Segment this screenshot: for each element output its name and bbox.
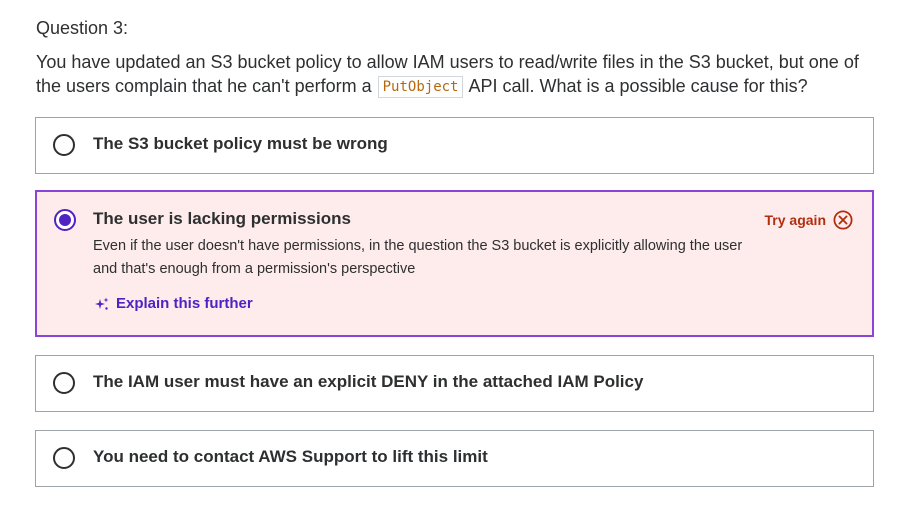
try-again-status: Try again [765, 210, 853, 230]
explain-further-label[interactable]: Explain this further [116, 294, 253, 314]
radio-filled-icon[interactable] [54, 209, 76, 231]
radio-empty-icon[interactable] [53, 447, 75, 469]
question-text-after: API call. What is a possible cause for t… [464, 76, 808, 96]
answer-option-2[interactable]: The user is lacking permissions Try agai… [35, 190, 874, 337]
sparkle-icon [95, 297, 109, 310]
answer-option-label: The user is lacking permissions [93, 209, 351, 228]
try-again-label: Try again [764, 212, 826, 228]
answer-option-3[interactable]: The IAM user must have an explicit DENY … [35, 355, 874, 412]
answer-explanation: Even if the user doesn't have permission… [93, 238, 743, 277]
explain-further-link[interactable]: Explain this further [95, 294, 253, 314]
answer-option-label: The IAM user must have an explicit DENY … [93, 372, 644, 391]
question-text: You have updated an S3 bucket policy to … [36, 50, 886, 98]
code-snippet: PutObject [377, 76, 464, 98]
answer-option-1[interactable]: The S3 bucket policy must be wrong [35, 117, 874, 174]
answer-option-label: You need to contact AWS Support to lift … [93, 447, 488, 466]
answer-option-label: The S3 bucket policy must be wrong [93, 134, 388, 153]
circle-x-icon [833, 210, 853, 230]
radio-empty-icon[interactable] [53, 372, 75, 394]
answer-option-4[interactable]: You need to contact AWS Support to lift … [35, 430, 874, 487]
question-number: Question 3: [36, 18, 129, 38]
radio-empty-icon[interactable] [53, 134, 75, 156]
